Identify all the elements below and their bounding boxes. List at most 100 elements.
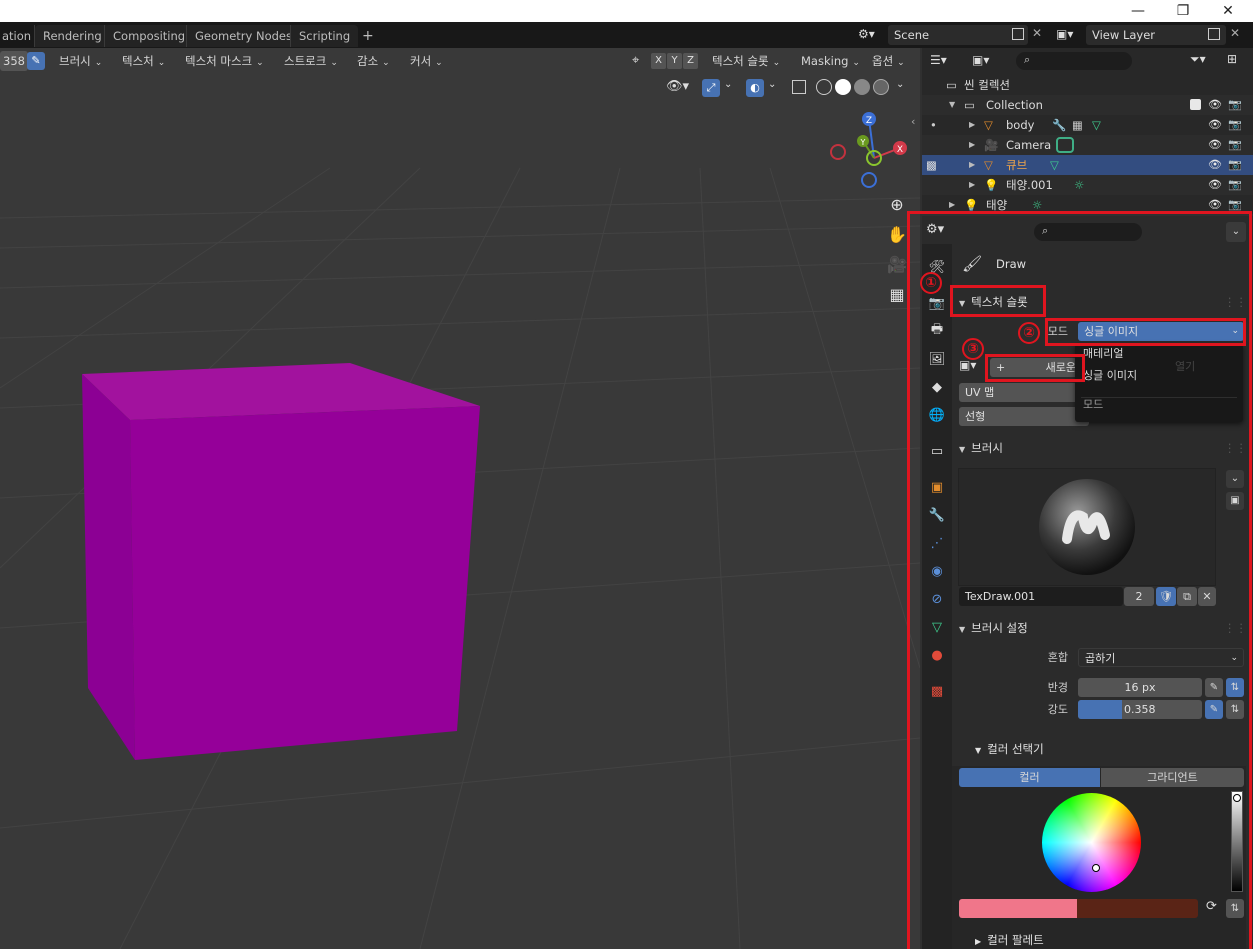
pressure-icon[interactable]: ✎ (27, 52, 45, 70)
texture-slots-menu-label: 텍스처 슬롯 (712, 54, 769, 68)
scene-collection-label: 씬 컬렉션 (964, 78, 1010, 92)
expand-arrow[interactable]: ▶ (969, 115, 975, 135)
cursor-menu[interactable]: 커서 ⌄ (406, 51, 447, 71)
options-menu[interactable]: 옵션 ⌄ (868, 51, 909, 71)
symmetry-icon[interactable]: ⌖ (632, 53, 639, 68)
copy-scene-icon[interactable] (1012, 28, 1024, 40)
delete-view-layer-icon[interactable]: ✕ (1230, 26, 1240, 40)
modifier-icon: 🔧 (1052, 118, 1067, 132)
new-collection-icon[interactable]: ⊞ (1227, 52, 1237, 66)
outliner: ☰▾ ▣▾ ⌕ ⏷▾ ⊞ ▭ 씬 컬렉션 ▼ ▭ Collection 👁 📷 … (922, 48, 1253, 214)
view-layer-name: View Layer (1092, 28, 1156, 42)
filter-mode-icon[interactable]: ▣▾ (972, 53, 989, 67)
expand-arrow[interactable]: ▶ (969, 135, 975, 155)
gizmo-toggle-icon[interactable]: ⤢ (702, 79, 720, 97)
expand-arrow[interactable]: ▶ (969, 155, 975, 175)
tab-geometry-nodes[interactable]: Geometry Nodes (187, 25, 301, 47)
stroke-menu[interactable]: 스트로크 ⌄ (280, 51, 342, 71)
view-layer-icon[interactable]: ▣▾ (1056, 27, 1086, 43)
item-label: body (1006, 118, 1035, 132)
eye-icon[interactable]: 👁 (1208, 178, 1222, 191)
view-layer-field[interactable]: View Layer (1086, 25, 1226, 45)
gizmo-dropdown-icon[interactable]: ⌄ (724, 79, 732, 90)
wireframe-shading-icon[interactable] (816, 79, 832, 95)
navigation-gizmo[interactable]: Z X Y (825, 108, 915, 193)
gizmo-z-label: Z (866, 116, 872, 126)
camera-icon[interactable]: 📷 (1228, 98, 1242, 111)
options-menu-label: 옵션 (872, 54, 894, 68)
collection-label: Collection (986, 98, 1043, 112)
expand-arrow[interactable]: ▼ (949, 95, 955, 115)
outliner-scene-collection[interactable]: ▭ 씬 컬렉션 (922, 75, 1253, 95)
3d-viewport[interactable] (0, 48, 920, 949)
texture-slots-menu[interactable]: 텍스처 슬롯 ⌄ (708, 51, 784, 71)
material-shading-icon[interactable] (854, 79, 870, 95)
close-button[interactable]: ✕ (1205, 0, 1251, 22)
camera-object-icon: 🎥 (984, 138, 999, 152)
mirror-z-toggle[interactable]: Z (683, 53, 698, 69)
item-label: 큐브 (1006, 158, 1028, 172)
outliner-collection[interactable]: ▼ ▭ Collection 👁 📷 (922, 95, 1253, 115)
eye-icon[interactable]: 👁 (1208, 158, 1222, 171)
eye-icon[interactable]: 👁 (1208, 138, 1222, 151)
overlays-dropdown-icon[interactable]: ⌄ (768, 79, 776, 90)
tab-rendering[interactable]: Rendering (35, 25, 110, 47)
gizmo-y-label: Y (860, 138, 866, 147)
particles-icon: ▦ (1072, 118, 1083, 132)
light-object-icon: 💡 (984, 178, 999, 192)
camera-icon[interactable]: 📷 (1228, 138, 1242, 151)
brush-menu-label: 브러시 (59, 54, 91, 68)
camera-data-icon (1056, 137, 1074, 153)
outliner-item-body[interactable]: • ▶ ▽ body 🔧 ▦ ▽ 👁 📷 (922, 115, 1253, 135)
camera-icon[interactable]: 📷 (1228, 158, 1242, 171)
tab-compositing[interactable]: Compositing (105, 25, 194, 47)
texture-menu[interactable]: 텍스처 ⌄ (118, 51, 169, 71)
mirror-x-toggle[interactable]: X (651, 53, 666, 69)
add-workspace-button[interactable]: + (354, 25, 382, 47)
minimize-button[interactable]: — (1115, 0, 1161, 22)
camera-icon[interactable]: 📷 (1228, 198, 1242, 211)
eye-icon[interactable]: 👁 (1208, 98, 1222, 111)
copy-view-layer-icon[interactable] (1208, 28, 1220, 40)
collection-checkbox[interactable] (1190, 99, 1201, 110)
display-mode-icon[interactable]: ☰▾ (930, 53, 947, 67)
visibility-icon[interactable]: 👁▾ (666, 79, 689, 94)
masking-menu-label: Masking (801, 54, 849, 68)
falloff-menu[interactable]: 감소 ⌄ (353, 51, 394, 71)
texture-mask-menu[interactable]: 텍스처 마스크 ⌄ (181, 51, 268, 71)
outliner-item-sun-001[interactable]: ▶ 💡 태양.001 ☼ 👁 📷 (922, 175, 1253, 195)
expand-arrow[interactable]: ▶ (969, 175, 975, 195)
scene-selector-icon[interactable]: ⚙▾ (858, 27, 888, 43)
sun-data-icon: ☼ (1074, 178, 1085, 192)
shading-modes (816, 79, 892, 97)
tab-scripting[interactable]: Scripting (291, 25, 359, 47)
eye-icon[interactable]: 👁 (1208, 198, 1222, 211)
outliner-item-camera[interactable]: ▶ 🎥 Camera 👁 📷 (922, 135, 1253, 155)
scene-name-field[interactable]: Scene (888, 25, 1028, 45)
outliner-search-input[interactable]: ⌕ (1016, 52, 1132, 70)
eye-icon[interactable]: 👁 (1208, 118, 1222, 131)
sidebar-toggle-icon[interactable]: ‹ (911, 115, 920, 128)
brush-menu[interactable]: 브러시 ⌄ (55, 51, 106, 71)
strength-stub[interactable]: 358 (0, 51, 28, 71)
overlays-toggle-icon[interactable]: ◐ (746, 79, 764, 97)
rendered-shading-icon[interactable] (873, 79, 889, 95)
outliner-item-cube[interactable]: ▩ ▶ ▽ 큐브 ▽ 👁 📷 (922, 155, 1253, 175)
delete-scene-icon[interactable]: ✕ (1032, 26, 1042, 40)
restore-button[interactable]: ❐ (1160, 0, 1206, 22)
solid-shading-icon[interactable] (835, 79, 851, 95)
camera-icon[interactable]: 📷 (1228, 178, 1242, 191)
paint-mode-icon: ▩ (926, 158, 937, 172)
mirror-y-toggle[interactable]: Y (667, 53, 682, 69)
active-dot: • (930, 118, 937, 132)
cube-object[interactable] (0, 48, 920, 949)
masking-menu[interactable]: Masking ⌄ (797, 51, 864, 71)
search-icon: ⌕ (1024, 53, 1031, 66)
camera-icon[interactable]: 📷 (1228, 118, 1242, 131)
filter-icon[interactable]: ⏷▾ (1190, 52, 1206, 67)
annotation-mode-box (1045, 318, 1246, 346)
mesh-data-icon: ▽ (1050, 158, 1059, 172)
workspace-bar: ation Rendering Compositing Geometry Nod… (0, 22, 1253, 48)
shading-dropdown-icon[interactable]: ⌄ (896, 79, 904, 90)
xray-icon[interactable] (792, 80, 806, 94)
